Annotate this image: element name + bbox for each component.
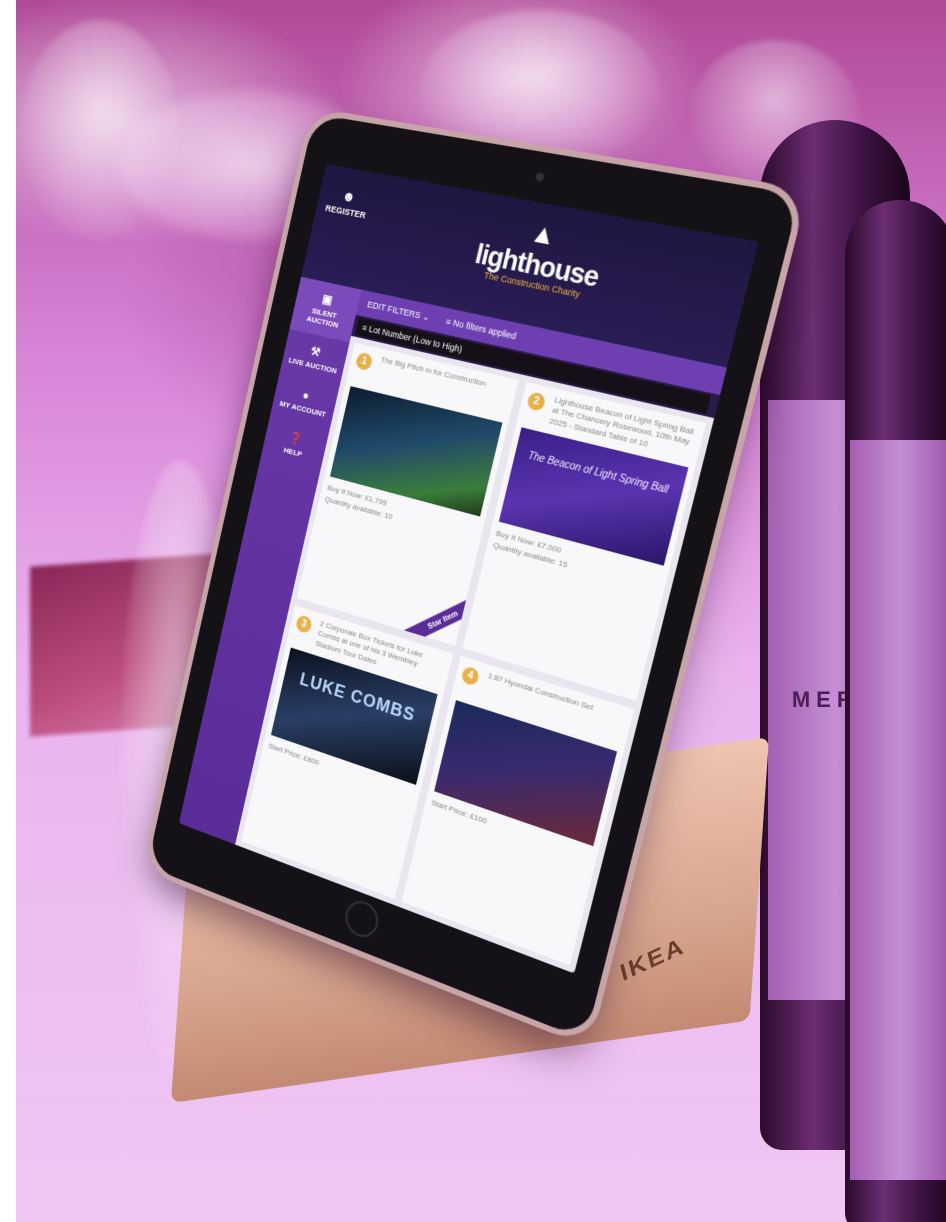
lot-number-badge: 1 bbox=[354, 351, 374, 372]
lighthouse-logo: ▲ lighthouse The Construction Charity bbox=[459, 205, 621, 304]
lot-number-badge: 3 bbox=[294, 614, 313, 635]
white-border bbox=[0, 0, 16, 1222]
edit-filters-button[interactable]: EDIT FILTERS ⌄ bbox=[366, 299, 431, 323]
blurred-glass bbox=[20, 20, 180, 240]
bottle-label bbox=[850, 440, 946, 1180]
stand-brand-logo: IKEA bbox=[617, 932, 688, 987]
lot-number-badge: 2 bbox=[526, 391, 547, 413]
tablet-camera bbox=[535, 172, 545, 182]
home-button[interactable] bbox=[342, 896, 382, 942]
lot-number-badge: 4 bbox=[460, 665, 481, 687]
filter-status: ≡ No filters applied bbox=[444, 316, 518, 342]
register-button[interactable]: ☻ REGISTER bbox=[324, 185, 370, 220]
photo-scene: MERL IKEA ☻ REGISTER ▲ lighthouse The Co… bbox=[0, 0, 946, 1222]
